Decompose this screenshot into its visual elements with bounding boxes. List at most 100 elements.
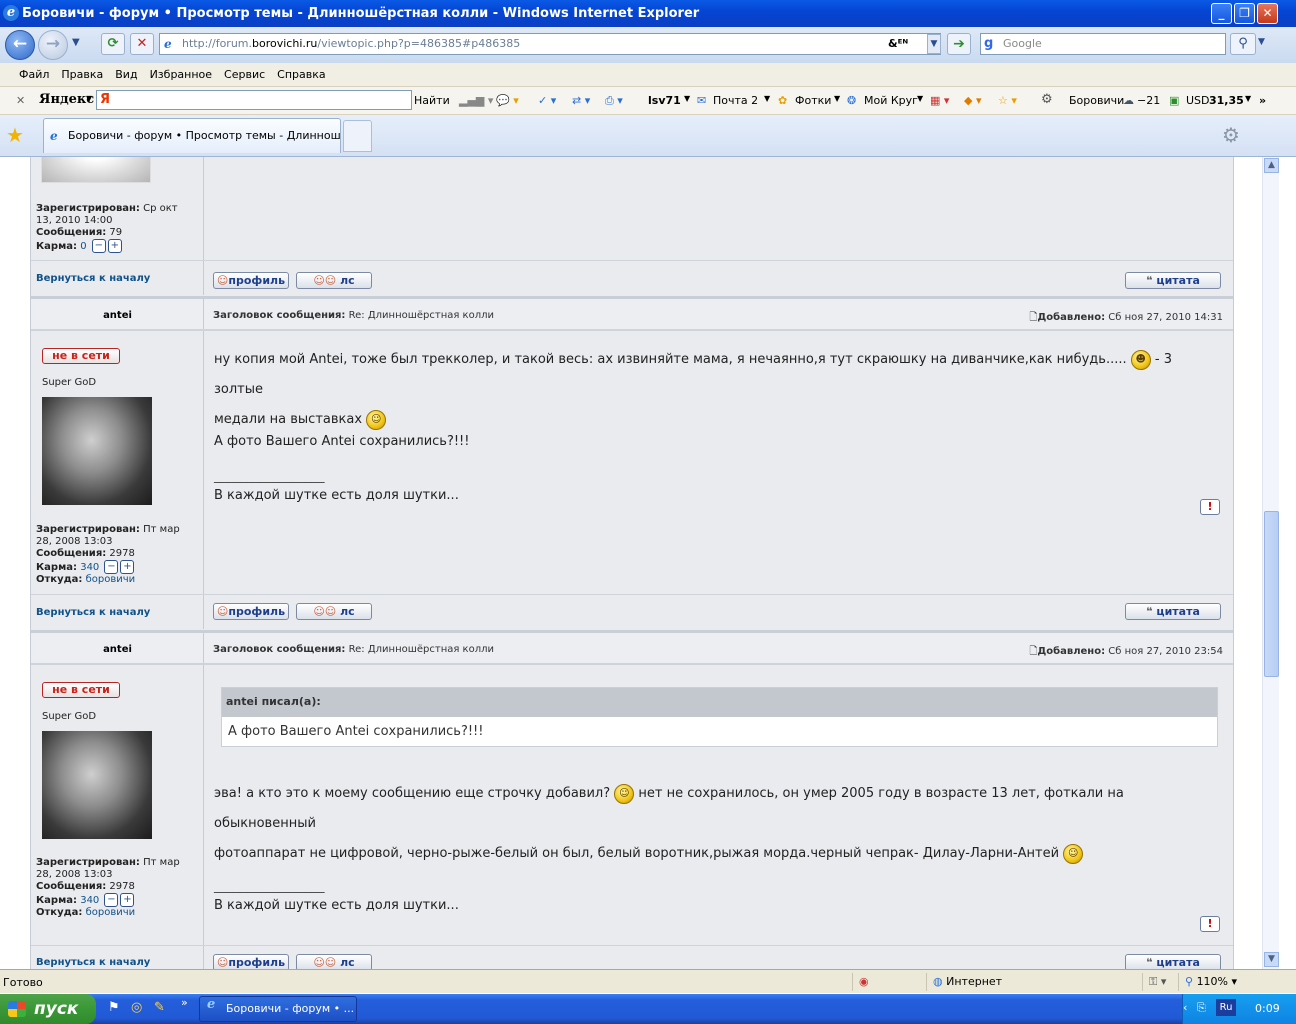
scrollbar-thumb[interactable] bbox=[1264, 511, 1279, 677]
status-bar: Готово ◉ ◍ Интернет ⚿ ▾ ⚲ 110% ▾ bbox=[0, 969, 1296, 993]
user-dropdown-icon[interactable]: ▼ bbox=[684, 94, 690, 103]
karma-minus-button[interactable]: − bbox=[91, 239, 106, 253]
mail-link[interactable]: Почта 2 bbox=[713, 94, 758, 107]
report-icon[interactable]: ! bbox=[1200, 916, 1220, 932]
currency-dropdown-icon[interactable]: ▼ bbox=[1245, 94, 1251, 103]
maximize-button[interactable]: ❐ bbox=[1234, 3, 1255, 24]
search-input[interactable]: g Google bbox=[980, 33, 1226, 55]
post-body-row: не в сети Super GoD Зарегистрирован: Пт … bbox=[31, 330, 1233, 595]
stop-icon[interactable]: ✕ bbox=[130, 33, 154, 55]
post-author[interactable]: antei bbox=[31, 644, 204, 655]
user-login[interactable]: lsv71 bbox=[648, 94, 681, 107]
signal-icon[interactable]: ▂▄▆ ▾ bbox=[459, 94, 493, 107]
scroll-down-icon[interactable]: ▼ bbox=[1264, 952, 1279, 967]
taskbar-item-ie[interactable]: e Боровичи - форум • ... bbox=[199, 996, 357, 1022]
quote-button[interactable]: ❝ цитата bbox=[1125, 954, 1221, 969]
yandex-dropdown-icon[interactable]: ▼ bbox=[86, 94, 92, 103]
back-to-top-link[interactable]: Вернуться к началу bbox=[36, 273, 150, 284]
minimize-button[interactable]: _ bbox=[1211, 3, 1232, 24]
back-to-top-link[interactable]: Вернуться к началу bbox=[36, 957, 150, 968]
pm-button[interactable]: ☺☺ лс bbox=[296, 272, 372, 289]
profile-button-label: профиль bbox=[228, 605, 286, 618]
scroll-up-icon[interactable]: ▲ bbox=[1264, 158, 1279, 173]
spellcheck-icon[interactable]: ✓ ▾ bbox=[538, 94, 556, 107]
tab-page-icon: e bbox=[50, 129, 58, 143]
pm-button[interactable]: ☺☺ лс bbox=[296, 603, 372, 620]
profile-button[interactable]: ☺профиль bbox=[213, 603, 289, 620]
messages-value: 79 bbox=[109, 227, 123, 238]
circle-icon[interactable]: ❂ bbox=[847, 94, 856, 107]
karma-plus-button[interactable]: + bbox=[120, 893, 135, 907]
back-button[interactable]: ← bbox=[5, 30, 35, 60]
weather-city[interactable]: Боровичи bbox=[1069, 94, 1124, 107]
post-author[interactable]: antei bbox=[31, 310, 204, 321]
search-dropdown-icon[interactable]: ▼ bbox=[1258, 37, 1265, 47]
yandex-search-input[interactable]: Я bbox=[96, 90, 412, 110]
menu-file[interactable]: Файл bbox=[19, 68, 49, 81]
menu-tools[interactable]: Сервис bbox=[224, 68, 265, 81]
more-chevron-icon[interactable]: » bbox=[1259, 94, 1266, 107]
quote-button[interactable]: ❝ цитата bbox=[1125, 603, 1221, 620]
compat-view-icon[interactable]: &ᴱᴺ bbox=[888, 37, 908, 50]
circle-dropdown-icon[interactable]: ▼ bbox=[917, 94, 923, 103]
quicklaunch-more-icon[interactable]: » bbox=[181, 996, 188, 1009]
profile-button[interactable]: ☺профиль bbox=[213, 272, 289, 289]
bookmarks-icon[interactable]: ◆ ▾ bbox=[964, 94, 981, 107]
go-icon[interactable]: ➔ bbox=[947, 33, 971, 55]
vertical-scrollbar[interactable]: ▲ ▼ bbox=[1262, 157, 1279, 969]
star-icon[interactable]: ☆ ▾ bbox=[998, 94, 1017, 107]
chat-icon[interactable]: 💬 ▾ bbox=[496, 94, 519, 107]
close-button[interactable]: ✕ bbox=[1257, 3, 1278, 24]
privacy-icon[interactable]: ◉ bbox=[852, 973, 878, 991]
refresh-icon[interactable]: ⟳ bbox=[101, 33, 125, 55]
new-tab-button[interactable] bbox=[343, 120, 372, 152]
mail-dropdown-icon[interactable]: ▼ bbox=[764, 94, 770, 103]
profile-button[interactable]: ☺профиль bbox=[213, 954, 289, 969]
history-dropdown-icon[interactable]: ▼ bbox=[72, 37, 80, 48]
tab-current[interactable]: e Боровичи - форум • Просмотр темы - Дли… bbox=[43, 118, 341, 153]
search-icon[interactable]: ⚲ bbox=[1230, 33, 1256, 55]
photos-icon[interactable]: ✿ bbox=[778, 94, 787, 107]
forward-button[interactable]: → bbox=[38, 30, 68, 60]
tray-expand-icon[interactable]: ‹ bbox=[1183, 1001, 1187, 1014]
karma-plus-button[interactable]: + bbox=[107, 239, 122, 253]
pm-button[interactable]: ☺☺ лс bbox=[296, 954, 372, 969]
quote-button-label: цитата bbox=[1156, 274, 1200, 287]
photos-dropdown-icon[interactable]: ▼ bbox=[834, 94, 840, 103]
settings-icon[interactable]: ⚙ bbox=[1041, 92, 1053, 107]
yandex-find-button[interactable]: Найти bbox=[414, 94, 450, 107]
report-icon[interactable]: ! bbox=[1200, 499, 1220, 515]
start-button[interactable]: пуск bbox=[0, 994, 96, 1024]
taskbar: пуск ⚑ ◎ ✎ » e Боровичи - форум • ... ‹ … bbox=[0, 994, 1296, 1024]
karma-minus-button[interactable]: − bbox=[104, 560, 119, 574]
circle-link[interactable]: Мой Круг bbox=[864, 94, 918, 107]
print-icon[interactable]: ⎙ ▾ bbox=[605, 94, 623, 108]
close-toolbar-icon[interactable]: ✕ bbox=[16, 94, 25, 107]
zoom-cell[interactable]: ⚲ 110% ▾ bbox=[1178, 973, 1258, 991]
protected-mode-icon[interactable]: ⚿ ▾ bbox=[1142, 973, 1176, 991]
post-subject: Заголовок сообщения: Re: Длинношёрстная … bbox=[213, 644, 494, 655]
url-dropdown-icon[interactable]: ▼ bbox=[927, 34, 941, 54]
menu-help[interactable]: Справка bbox=[277, 68, 325, 81]
back-to-top-link[interactable]: Вернуться к началу bbox=[36, 607, 150, 618]
karma-plus-button[interactable]: + bbox=[120, 560, 135, 574]
clock: 0:09 bbox=[1255, 1002, 1280, 1015]
url-input[interactable]: e http://forum.borovichi.ru/viewtopic.ph… bbox=[159, 33, 941, 55]
taskbar-item-label: Боровичи - форум • ... bbox=[226, 1002, 355, 1015]
quote-button[interactable]: ❝ цитата bbox=[1125, 272, 1221, 289]
quicklaunch-icon-3[interactable]: ✎ bbox=[154, 1000, 165, 1015]
menu-view[interactable]: Вид bbox=[115, 68, 137, 81]
photos-link[interactable]: Фотки bbox=[795, 94, 831, 107]
language-indicator[interactable]: Ru bbox=[1216, 999, 1236, 1016]
mail-icon[interactable]: ✉ bbox=[697, 94, 706, 107]
menu-edit[interactable]: Правка bbox=[61, 68, 103, 81]
favorites-star-icon[interactable]: ★ bbox=[6, 123, 24, 147]
tools-gear-icon[interactable]: ⚙ bbox=[1222, 123, 1240, 147]
quicklaunch-icon-1[interactable]: ⚑ bbox=[108, 1000, 120, 1015]
karma-minus-button[interactable]: − bbox=[104, 893, 119, 907]
quicklaunch-icon-2[interactable]: ◎ bbox=[131, 1000, 142, 1015]
apps-icon[interactable]: ▦ ▾ bbox=[930, 94, 949, 107]
menu-favorites[interactable]: Избранное bbox=[150, 68, 212, 81]
network-icon[interactable]: ⎘ bbox=[1197, 1001, 1206, 1015]
translate-icon[interactable]: ⇄ ▾ bbox=[572, 94, 590, 107]
